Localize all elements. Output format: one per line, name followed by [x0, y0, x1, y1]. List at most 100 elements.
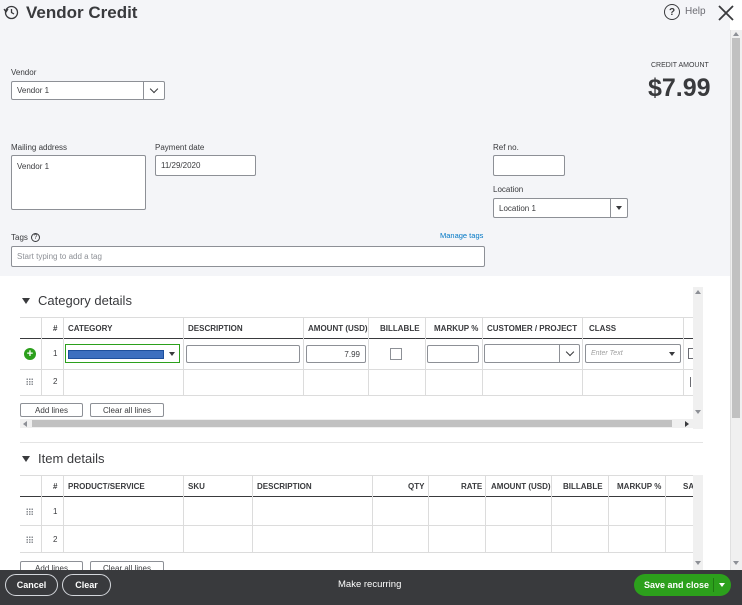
help-icon[interactable]: ?	[664, 4, 680, 20]
col-header-num: #	[53, 324, 58, 333]
row-number: 2	[53, 535, 58, 544]
location-value: Location 1	[499, 203, 536, 213]
item-header-border	[20, 496, 693, 497]
save-and-close-button[interactable]: Save and close	[634, 574, 731, 596]
col-divider	[183, 475, 184, 553]
collapse-triangle-icon[interactable]	[22, 455, 30, 462]
col-header-amount: AMOUNT (USD)	[308, 324, 368, 333]
col-divider	[63, 475, 64, 553]
mailing-address-label: Mailing address	[11, 143, 68, 152]
page-scroll-thumb[interactable]	[732, 38, 740, 418]
drag-handle-icon[interactable]	[26, 378, 33, 385]
category-row-border	[20, 369, 693, 370]
horizontal-scrollbar[interactable]	[20, 419, 693, 428]
markup-input[interactable]	[427, 345, 479, 363]
billable-checkbox[interactable]	[390, 348, 402, 360]
row-number: 2	[53, 377, 58, 386]
chevron-down-icon[interactable]	[559, 345, 579, 362]
header-region	[0, 0, 730, 276]
credit-amount-value: $7.99	[648, 74, 711, 102]
tags-input[interactable]: Start typing to add a tag	[11, 246, 485, 267]
scroll-down-icon[interactable]	[695, 561, 701, 565]
page-title: Vendor Credit	[26, 3, 138, 22]
close-icon[interactable]	[717, 4, 735, 22]
cancel-button[interactable]: Cancel	[5, 574, 58, 596]
col-header-description: DESCRIPTION	[257, 482, 312, 491]
item-row-border	[20, 552, 693, 553]
info-icon[interactable]: ?	[30, 233, 40, 242]
col-header-rate: RATE	[461, 482, 483, 491]
category-details-title: Category details	[38, 293, 132, 308]
caret-down-icon[interactable]	[719, 583, 725, 587]
customer-select[interactable]	[484, 344, 580, 363]
caret-down-icon[interactable]	[610, 199, 627, 217]
amount-input[interactable]: 7.99	[306, 345, 366, 363]
item-details-toggle[interactable]: Item details	[22, 451, 104, 466]
col-divider	[683, 317, 684, 395]
payment-date-value: 11/29/2020	[161, 161, 201, 170]
collapse-triangle-icon[interactable]	[22, 297, 30, 304]
class-placeholder: Enter Text	[591, 350, 623, 357]
caret-down-icon[interactable]	[664, 345, 680, 362]
add-lines-button[interactable]: Add lines	[20, 403, 83, 417]
add-row-icon[interactable]: +	[24, 348, 36, 360]
caret-down-icon[interactable]	[169, 352, 175, 356]
category-select[interactable]	[65, 344, 180, 363]
item-details-title: Item details	[38, 451, 105, 466]
amount-value: 7.99	[344, 349, 360, 359]
drag-handle-icon[interactable]	[26, 508, 33, 515]
credit-amount-label: CREDIT AMOUNT	[651, 62, 709, 69]
chevron-down-icon[interactable]	[143, 82, 164, 99]
scroll-left-icon[interactable]	[23, 421, 27, 427]
col-header-num: #	[53, 482, 58, 491]
tags-placeholder: Start typing to add a tag	[17, 252, 102, 261]
horizontal-scroll-thumb[interactable]	[32, 420, 672, 427]
manage-tags-link[interactable]: Manage tags	[440, 231, 483, 240]
category-row-border	[20, 395, 693, 396]
location-label: Location	[493, 185, 524, 194]
class-select[interactable]: Enter Text	[585, 344, 681, 363]
col-divider	[428, 475, 429, 553]
col-header-class: CLASS	[589, 324, 617, 333]
category-header-border	[20, 338, 693, 339]
col-divider	[551, 475, 552, 553]
scroll-down-icon[interactable]	[695, 410, 701, 414]
location-select[interactable]: Location 1	[493, 198, 628, 218]
col-header-amount: AMOUNT (USD)	[491, 482, 551, 491]
col-header-markup: MARKUP %	[617, 482, 662, 491]
scroll-up-icon[interactable]	[733, 32, 739, 36]
col-header-product: PRODUCT/SERVICE	[68, 482, 145, 491]
category-selection-highlight	[68, 350, 164, 359]
inner-vertical-scrollbar[interactable]	[693, 475, 703, 570]
col-divider	[482, 317, 483, 395]
ref-no-label: Ref no.	[493, 143, 519, 152]
col-divider	[608, 475, 609, 553]
col-divider	[368, 317, 369, 395]
mailing-address-field[interactable]: Vendor 1	[11, 155, 146, 210]
description-input[interactable]	[186, 345, 300, 363]
save-options-divider	[713, 578, 714, 592]
scroll-right-icon[interactable]	[685, 421, 689, 427]
col-header-billable: BILLABLE	[380, 324, 420, 333]
mailing-address-value: Vendor 1	[17, 162, 50, 171]
section-divider	[20, 442, 703, 443]
tags-label: Tags ?	[11, 233, 40, 242]
inner-vertical-scrollbar[interactable]	[693, 287, 703, 429]
scroll-down-icon[interactable]	[733, 561, 739, 565]
make-recurring-link[interactable]: Make recurring	[338, 579, 401, 590]
category-details-toggle[interactable]: Category details	[22, 293, 132, 308]
item-table-top-border	[20, 475, 693, 476]
help-link[interactable]: Help	[685, 6, 706, 17]
vendor-select[interactable]: Vendor 1	[11, 81, 165, 100]
scroll-up-icon[interactable]	[695, 290, 701, 294]
clear-all-lines-button[interactable]: Clear all lines	[90, 403, 164, 417]
history-icon[interactable]	[3, 4, 19, 20]
col-divider	[252, 475, 253, 553]
ref-no-field[interactable]	[493, 155, 565, 176]
drag-handle-icon[interactable]	[26, 536, 33, 543]
payment-date-field[interactable]: 11/29/2020	[155, 155, 256, 176]
clear-button[interactable]: Clear	[62, 574, 111, 596]
col-header-sku: SKU	[188, 482, 205, 491]
vendor-value: Vendor 1	[17, 86, 50, 95]
col-divider	[485, 475, 486, 553]
